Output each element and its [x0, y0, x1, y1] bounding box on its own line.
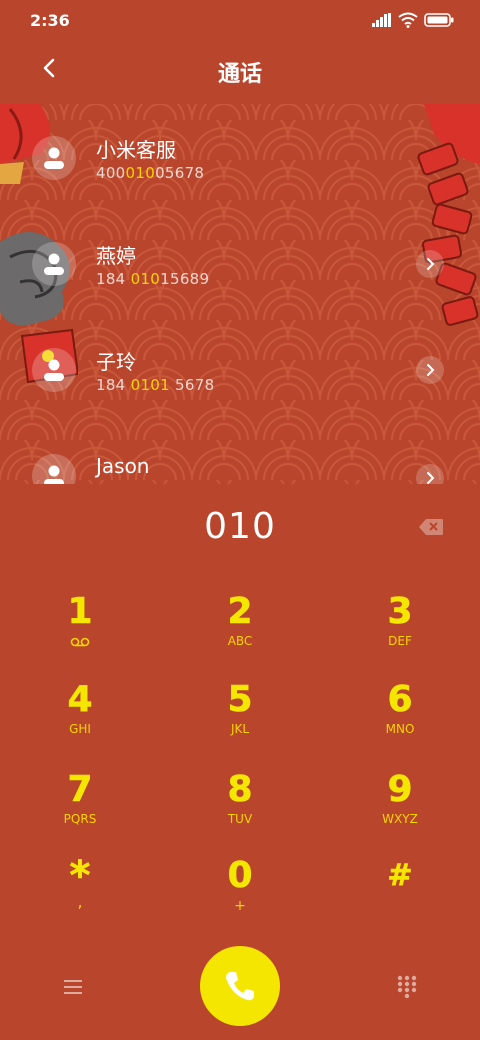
person-icon	[44, 253, 64, 275]
avatar	[32, 454, 76, 484]
contact-row[interactable]: 小米客服 40001005678	[0, 104, 480, 210]
contact-number: 184 01015689	[96, 270, 210, 288]
avatar	[32, 136, 76, 180]
key-star[interactable]: * ,	[20, 856, 140, 936]
key-3[interactable]: 3 DEF	[340, 591, 460, 672]
wifi-icon	[398, 12, 418, 28]
page-title: 通话	[217, 62, 262, 87]
contact-number: 40001005678	[96, 164, 205, 182]
chevron-right-icon	[427, 364, 435, 376]
dialer-panel: 010 1 2 ABC 3 DEF 4 GHI 5 JKL 6 MNO 7 PQ…	[0, 484, 480, 1040]
backspace-icon[interactable]	[418, 518, 444, 536]
key-6[interactable]: 6 MNO	[340, 679, 460, 760]
header: 通话	[0, 40, 480, 104]
key-2[interactable]: 2 ABC	[180, 591, 300, 672]
contact-row[interactable]: Jason	[0, 422, 480, 484]
dial-input[interactable]: 010	[0, 506, 480, 547]
key-7[interactable]: 7 PQRS	[20, 769, 140, 850]
contact-number: 184 0101 5678	[96, 376, 215, 394]
contact-list: 小米客服 40001005678 燕婷 184 01015689 子玲 184 …	[0, 104, 480, 484]
contact-detail-button[interactable]	[416, 356, 444, 384]
contact-row[interactable]: 子玲 184 0101 5678	[0, 316, 480, 422]
call-button[interactable]	[200, 946, 280, 1026]
key-9[interactable]: 9 WXYZ	[340, 769, 460, 850]
key-hash[interactable]: #	[340, 856, 460, 936]
key-0[interactable]: 0 +	[180, 855, 300, 936]
key-8[interactable]: 8 TUV	[180, 769, 300, 850]
avatar	[32, 242, 76, 286]
phone-icon	[226, 972, 254, 1001]
chevron-right-icon	[427, 258, 435, 270]
battery-icon	[424, 13, 454, 27]
contact-name: Jason	[96, 454, 150, 478]
voicemail-icon	[70, 637, 90, 647]
key-5[interactable]: 5 JKL	[180, 679, 300, 760]
signal-icon	[372, 13, 391, 27]
key-4[interactable]: 4 GHI	[20, 679, 140, 760]
chevron-right-icon	[427, 472, 435, 484]
contact-name: 燕婷	[96, 244, 136, 268]
person-icon	[44, 465, 64, 484]
key-1[interactable]: 1	[20, 591, 140, 672]
person-icon	[44, 359, 64, 381]
contact-detail-button[interactable]	[416, 464, 444, 484]
contact-name: 子玲	[96, 350, 136, 374]
keypad-icon[interactable]	[396, 974, 418, 998]
status-icons	[372, 12, 454, 28]
contact-row[interactable]: 燕婷 184 01015689	[0, 210, 480, 316]
avatar	[32, 348, 76, 392]
status-bar: 2:36	[0, 0, 480, 40]
person-icon	[44, 147, 64, 169]
contact-name: 小米客服	[96, 138, 176, 162]
contact-detail-button[interactable]	[416, 250, 444, 278]
status-time: 2:36	[30, 11, 70, 30]
menu-icon[interactable]	[62, 976, 84, 998]
